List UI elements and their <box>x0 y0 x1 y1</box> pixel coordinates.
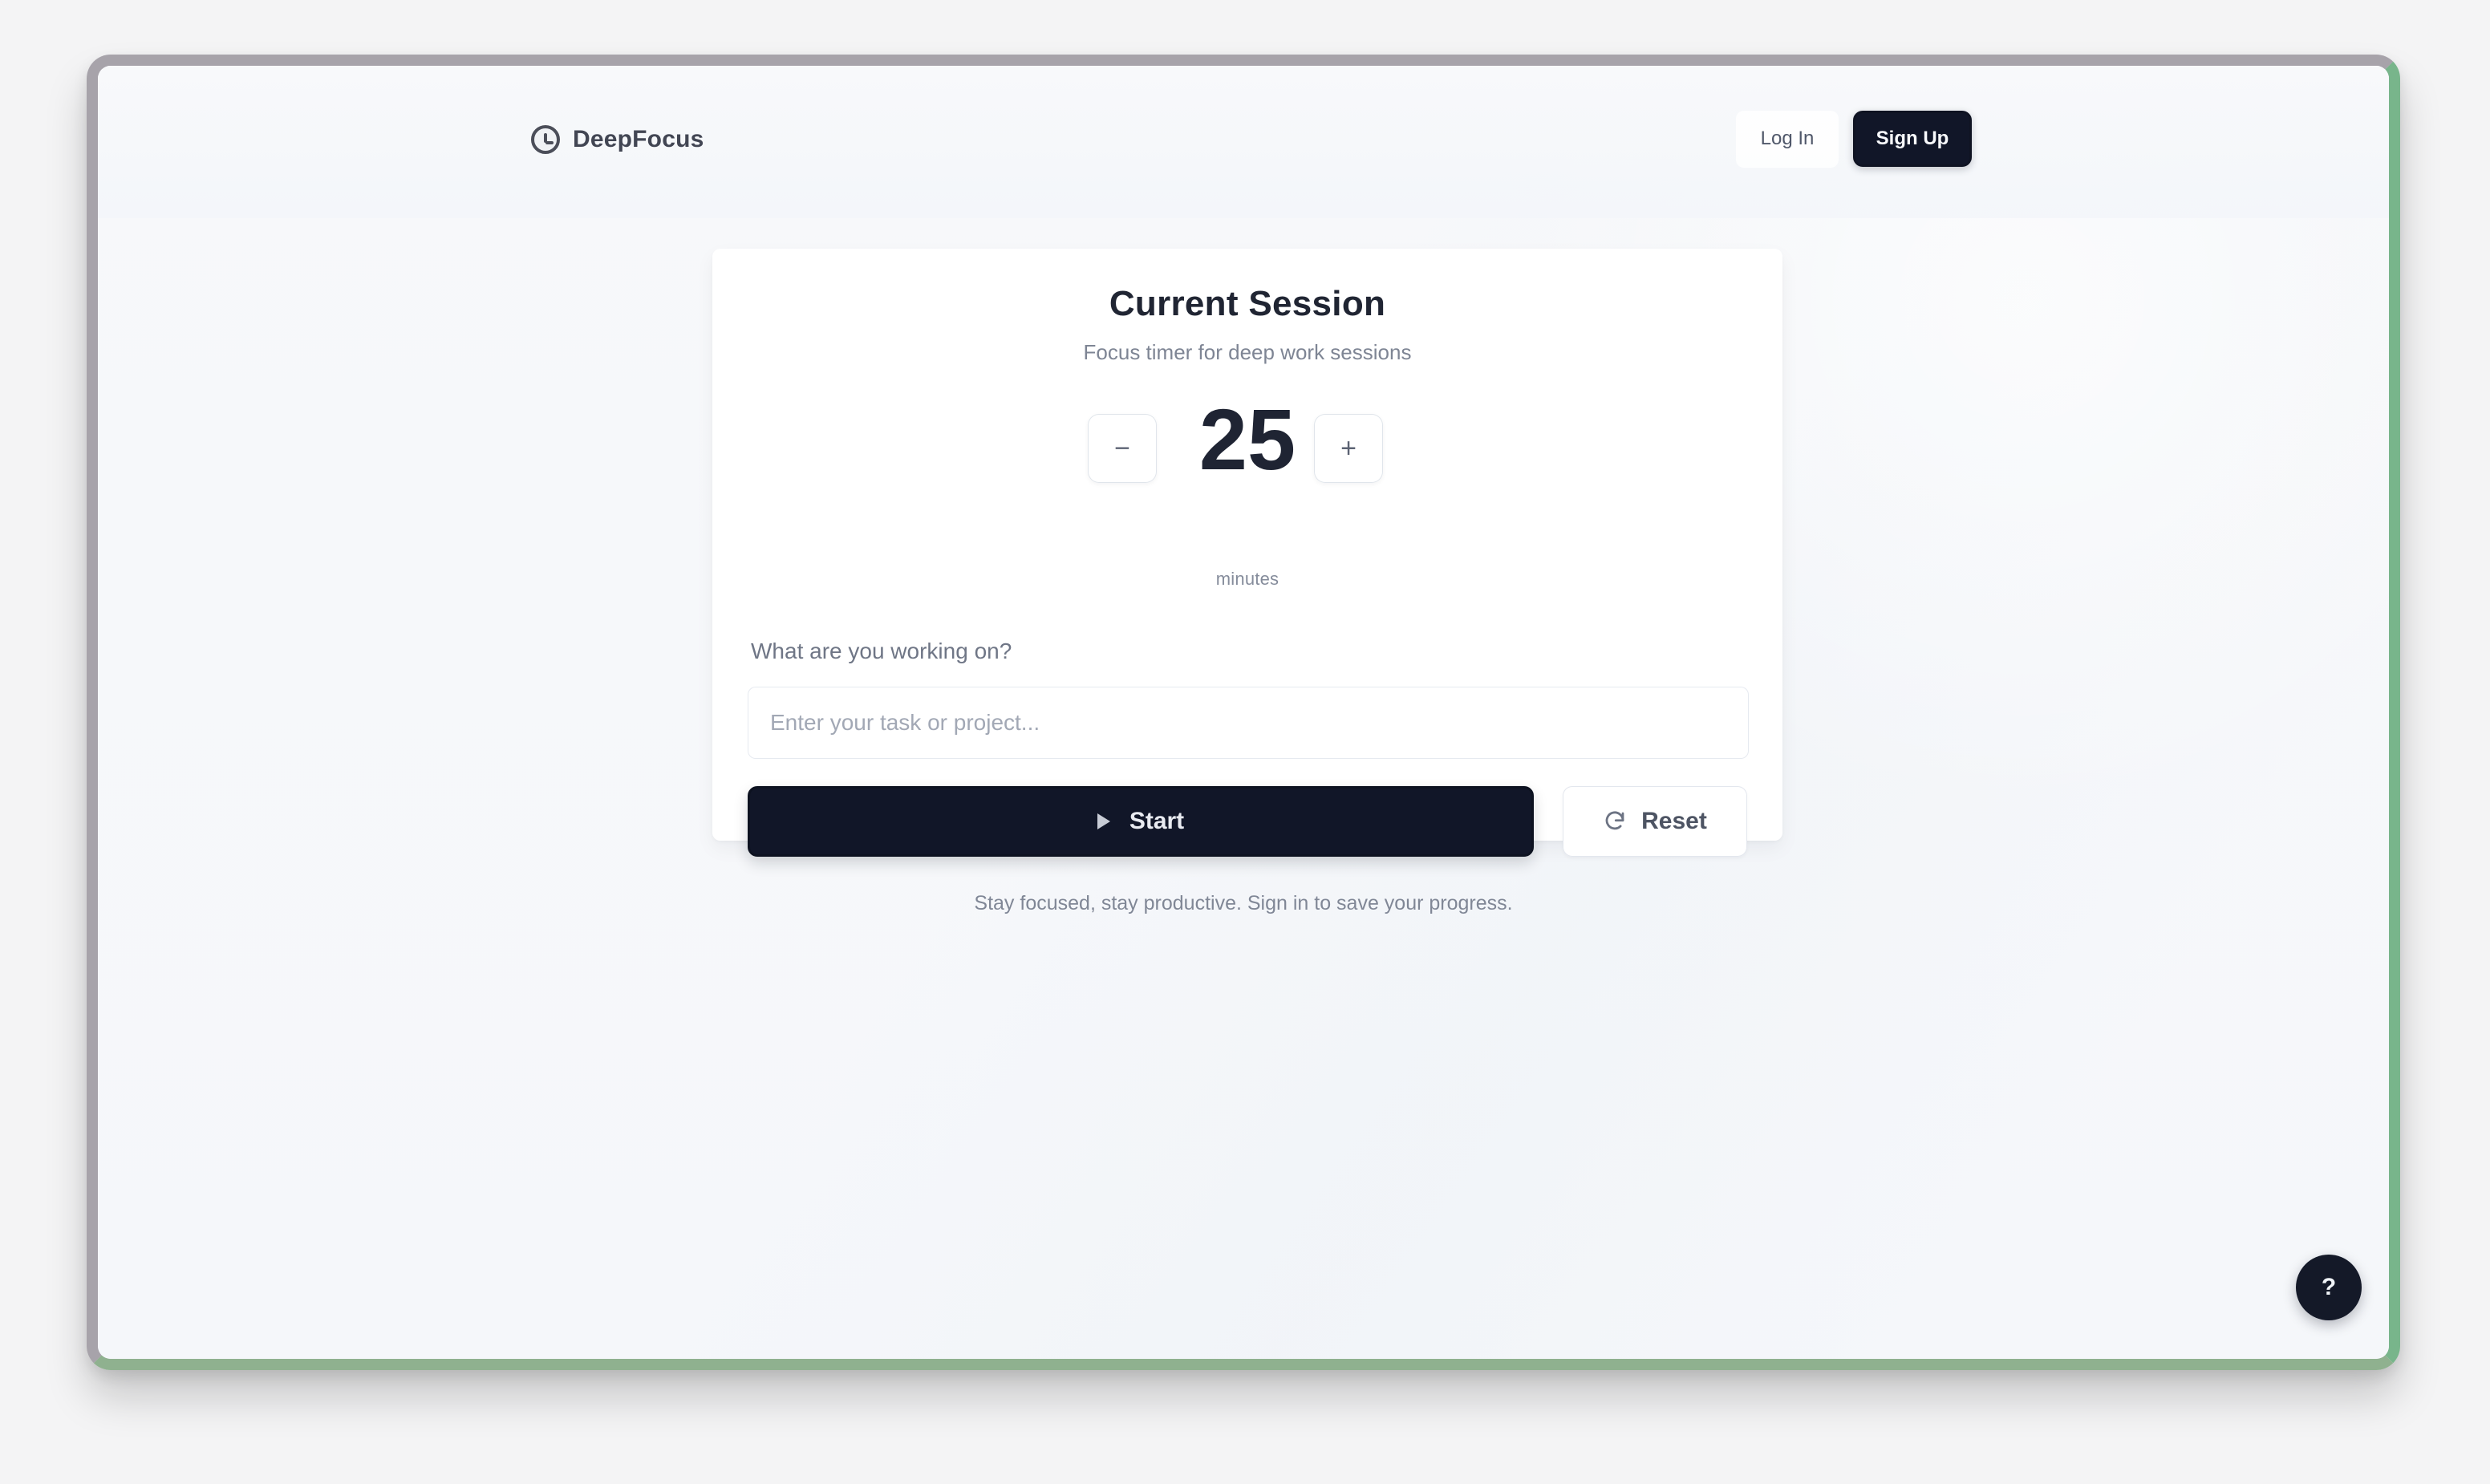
brand[interactable]: DeepFocus <box>531 125 704 154</box>
reset-icon <box>1603 809 1627 833</box>
sign-up-button[interactable]: Sign Up <box>1853 111 1972 167</box>
footer-note: Stay focused, stay productive. Sign in t… <box>974 892 1513 914</box>
reset-button[interactable]: Reset <box>1563 786 1747 857</box>
timer-control-row: − 25 + <box>712 396 1782 493</box>
brand-name: DeepFocus <box>573 126 704 152</box>
session-subtitle: Focus timer for deep work sessions <box>1083 340 1412 364</box>
app-window: DeepFocus Log In Sign Up Current Session… <box>87 55 2400 1370</box>
task-input[interactable] <box>748 687 1749 759</box>
task-label: What are you working on? <box>751 639 1012 663</box>
focus-icon <box>531 125 560 154</box>
top-navigation-bar: DeepFocus Log In Sign Up <box>98 66 2389 218</box>
session-title: Current Session <box>1109 284 1386 323</box>
timer-unit-label: minutes <box>1215 569 1279 589</box>
log-in-button[interactable]: Log In <box>1736 111 1839 167</box>
reset-button-label: Reset <box>1641 808 1707 834</box>
app-screen: DeepFocus Log In Sign Up Current Session… <box>98 66 2389 1359</box>
start-button[interactable]: Start <box>748 786 1534 857</box>
increase-time-button[interactable]: + <box>1314 414 1383 483</box>
start-button-label: Start <box>1129 808 1185 834</box>
session-card: Current Session Focus timer for deep wor… <box>712 249 1782 857</box>
help-button[interactable]: ? <box>2296 1255 2362 1320</box>
play-icon <box>1097 813 1110 829</box>
auth-actions: Log In Sign Up <box>1736 111 1972 167</box>
